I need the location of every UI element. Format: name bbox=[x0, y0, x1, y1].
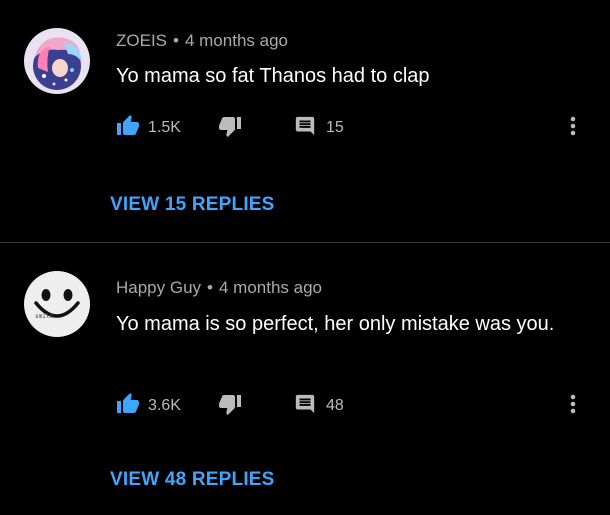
comment-item: ZOEIS • 4 months ago Yo mama so fat Thanos… bbox=[0, 0, 610, 243]
avatar-smile-text: smile bbox=[35, 313, 53, 320]
comment-divider bbox=[0, 242, 610, 243]
thumbs-down-icon bbox=[218, 392, 242, 421]
reply-count: 48 bbox=[326, 397, 344, 414]
comment-text: Yo mama so fat Thanos had to clap bbox=[116, 65, 430, 87]
comment-actions: 3.6K 48 bbox=[112, 392, 592, 420]
like-count: 1.5K bbox=[148, 119, 181, 136]
separator-dot: • bbox=[207, 278, 213, 297]
like-count: 3.6K bbox=[148, 397, 181, 414]
comment-meta: ZOEIS • 4 months ago bbox=[116, 31, 288, 51]
comment-text: Yo mama is so perfect, her only mistake … bbox=[116, 313, 555, 335]
separator-dot: • bbox=[173, 31, 179, 50]
view-replies-link[interactable]: VIEW 15 REPLIES bbox=[110, 194, 275, 216]
comment-meta: Happy Guy • 4 months ago bbox=[116, 278, 322, 298]
thumbs-up-icon bbox=[116, 392, 140, 421]
more-options-button[interactable] bbox=[569, 392, 577, 420]
like-button[interactable]: 3.6K bbox=[116, 392, 181, 420]
comment-actions: 1.5K 15 bbox=[112, 114, 592, 142]
anime-character-avatar[interactable] bbox=[24, 28, 90, 94]
reply-button[interactable]: 15 bbox=[294, 114, 344, 142]
view-replies-link[interactable]: VIEW 48 REPLIES bbox=[110, 469, 275, 491]
comment-item: smile Happy Guy • 4 months ago Yo mama is … bbox=[0, 245, 610, 515]
author-name[interactable]: Happy Guy bbox=[116, 278, 201, 297]
more-options-button[interactable] bbox=[569, 114, 577, 142]
timestamp: 4 months ago bbox=[184, 31, 288, 50]
thumbs-down-icon bbox=[218, 114, 242, 143]
timestamp: 4 months ago bbox=[219, 278, 323, 297]
smiley-face-avatar[interactable]: smile bbox=[24, 271, 90, 337]
dislike-button[interactable] bbox=[218, 114, 242, 142]
more-vert-icon bbox=[569, 392, 577, 421]
like-button[interactable]: 1.5K bbox=[116, 114, 181, 142]
dislike-button[interactable] bbox=[218, 392, 242, 420]
author-name[interactable]: ZOEIS bbox=[116, 31, 167, 50]
comment-icon bbox=[294, 115, 316, 142]
comment-icon bbox=[294, 393, 316, 420]
thumbs-up-icon bbox=[116, 114, 140, 143]
more-vert-icon bbox=[569, 114, 577, 143]
reply-count: 15 bbox=[326, 119, 344, 136]
reply-button[interactable]: 48 bbox=[294, 392, 344, 420]
